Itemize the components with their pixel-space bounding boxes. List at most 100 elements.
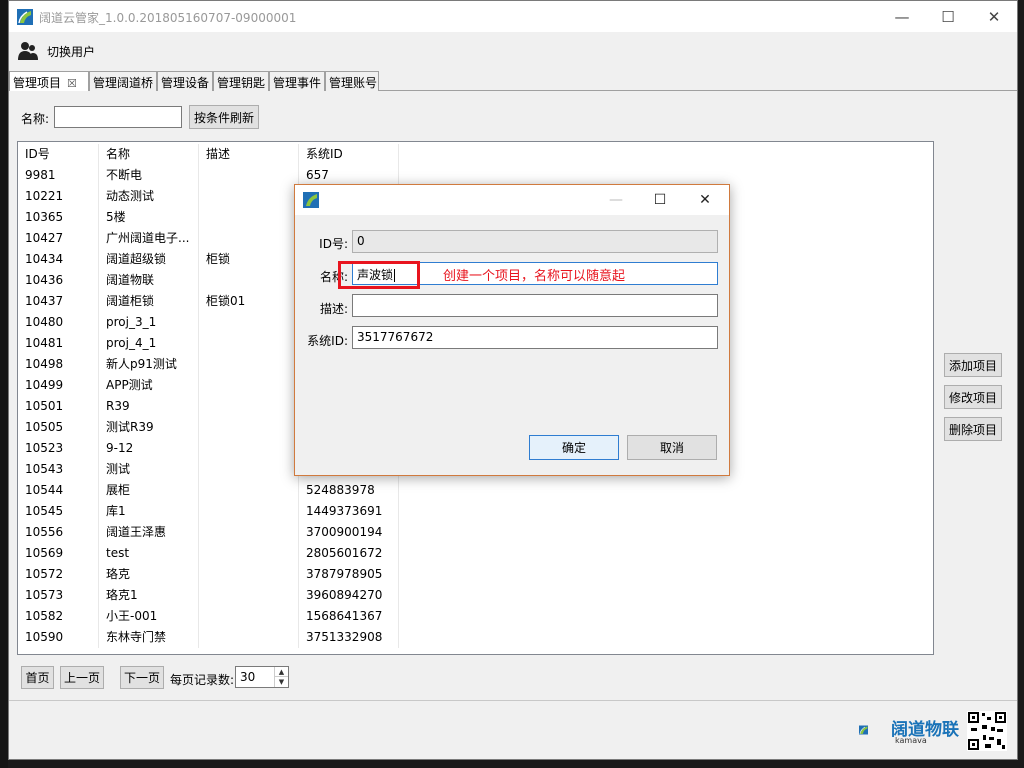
first-page-button[interactable]: 首页	[21, 666, 54, 689]
maximize-button[interactable]: ☐	[925, 1, 971, 32]
row-desc-cell	[199, 207, 299, 228]
dialog-app-icon	[303, 192, 319, 208]
row-sysid-cell: 1568641367	[299, 606, 399, 627]
table-row[interactable]: 10572 珞克 3787978905	[18, 564, 399, 585]
row-sysid-cell: 3787978905	[299, 564, 399, 585]
system-id-field[interactable]: 3517767672	[352, 326, 718, 349]
dialog-maximize-button[interactable]: ☐	[638, 185, 682, 215]
row-id-cell: 10499	[18, 375, 99, 396]
row-desc-cell	[199, 543, 299, 564]
row-id-cell: 10569	[18, 543, 99, 564]
row-name-cell: 阔道物联	[99, 270, 199, 291]
row-name-cell: 阔道超级锁	[99, 249, 199, 270]
tab-manage-devices[interactable]: 管理设备	[157, 71, 213, 91]
row-name-cell: 库1	[99, 501, 199, 522]
table-row[interactable]: 10582 小王-001 1568641367	[18, 606, 399, 627]
per-page-label: 每页记录数:	[170, 673, 235, 687]
row-id-cell: 10543	[18, 459, 99, 480]
switch-user-button[interactable]: 切换用户	[47, 43, 95, 60]
row-id-cell: 10427	[18, 228, 99, 249]
tab-manage-keys[interactable]: 管理钥匙	[213, 71, 269, 91]
row-name-cell: 展柜	[99, 480, 199, 501]
row-name-cell: 新人p91测试	[99, 354, 199, 375]
app-logo-icon	[17, 9, 33, 25]
add-project-button[interactable]: 添加项目	[944, 353, 1002, 377]
tab-manage-bridges[interactable]: 管理阔道桥	[89, 71, 157, 91]
row-name-cell: 广州阔道电子...	[99, 228, 199, 249]
row-desc-cell	[199, 396, 299, 417]
dialog-minimize-button[interactable]: —	[594, 185, 638, 215]
brand-logo-icon	[859, 725, 868, 735]
table-row[interactable]: 9981 不断电 657	[18, 165, 399, 186]
dialog-title-bar[interactable]: — ☐ ✕	[295, 185, 729, 215]
ok-button[interactable]: 确定	[529, 435, 619, 460]
prev-page-button[interactable]: 上一页	[60, 666, 104, 689]
table-row[interactable]: 10573 珞克1 3960894270	[18, 585, 399, 606]
row-id-cell: 10505	[18, 417, 99, 438]
row-name-cell: proj_3_1	[99, 312, 199, 333]
stepper-down-icon[interactable]: ▼	[274, 677, 288, 687]
row-desc-cell	[199, 585, 299, 606]
stepper-up-icon[interactable]: ▲	[274, 667, 288, 677]
row-name-cell: 9-12	[99, 438, 199, 459]
row-id-cell: 10590	[18, 627, 99, 648]
row-desc-cell	[199, 165, 299, 186]
table-row[interactable]: 10590 东林寺门禁 3751332908	[18, 627, 399, 648]
column-header-sysid[interactable]: 系统ID	[299, 144, 399, 165]
row-desc-cell	[199, 606, 299, 627]
row-sysid-cell: 2805601672	[299, 543, 399, 564]
row-name-cell: 东林寺门禁	[99, 627, 199, 648]
tab-manage-projects[interactable]: 管理项目 ☒	[9, 71, 89, 92]
table-row[interactable]: 10545 库1 1449373691	[18, 501, 399, 522]
next-page-button[interactable]: 下一页	[120, 666, 164, 689]
row-id-cell: 10501	[18, 396, 99, 417]
dialog-close-button[interactable]: ✕	[683, 185, 727, 215]
delete-project-button[interactable]: 删除项目	[944, 417, 1002, 441]
minimize-button[interactable]: —	[879, 1, 925, 32]
column-header-name[interactable]: 名称	[99, 144, 199, 165]
row-desc-cell	[199, 333, 299, 354]
table-row[interactable]: 10544 展柜 524883978	[18, 480, 399, 501]
row-name-cell: 测试	[99, 459, 199, 480]
brand-subtitle: kamava	[895, 736, 927, 745]
description-field[interactable]	[352, 294, 718, 317]
row-name-cell: 阔道王泽惠	[99, 522, 199, 543]
row-desc-cell	[199, 270, 299, 291]
row-id-cell: 9981	[18, 165, 99, 186]
cancel-button[interactable]: 取消	[627, 435, 717, 460]
row-desc-cell	[199, 627, 299, 648]
per-page-stepper[interactable]: 30 ▲ ▼	[235, 666, 289, 688]
row-id-cell: 10365	[18, 207, 99, 228]
column-header-desc[interactable]: 描述	[199, 144, 299, 165]
column-header-id[interactable]: ID号	[18, 144, 99, 165]
name-filter-input[interactable]	[54, 106, 182, 128]
edit-project-button[interactable]: 修改项目	[944, 385, 1002, 409]
users-icon[interactable]	[17, 40, 39, 62]
row-id-cell: 10498	[18, 354, 99, 375]
row-id-cell: 10437	[18, 291, 99, 312]
row-desc-cell	[199, 228, 299, 249]
row-name-cell: R39	[99, 396, 199, 417]
row-sysid-cell: 657	[299, 165, 399, 186]
row-name-cell: 小王-001	[99, 606, 199, 627]
row-name-cell: 测试R39	[99, 417, 199, 438]
row-id-cell: 10582	[18, 606, 99, 627]
tab-manage-events[interactable]: 管理事件	[269, 71, 325, 91]
row-id-cell: 10523	[18, 438, 99, 459]
row-desc-cell	[199, 480, 299, 501]
row-id-cell: 10436	[18, 270, 99, 291]
row-name-cell: 动态测试	[99, 186, 199, 207]
table-row[interactable]: 10569 test 2805601672	[18, 543, 399, 564]
row-desc-cell	[199, 186, 299, 207]
row-desc-cell: 柜锁01	[199, 291, 299, 312]
row-desc-cell	[199, 438, 299, 459]
desktop-background	[0, 0, 8, 768]
refresh-by-filter-button[interactable]: 按条件刷新	[189, 105, 259, 129]
tab-close-icon[interactable]: ☒	[67, 77, 77, 90]
title-bar[interactable]: 阔道云管家_1.0.0.201805160707-09000001 — ☐ ✕	[9, 1, 1017, 32]
row-desc-cell	[199, 354, 299, 375]
table-row[interactable]: 10556 阔道王泽惠 3700900194	[18, 522, 399, 543]
tab-manage-accounts[interactable]: 管理账号	[325, 71, 379, 91]
close-button[interactable]: ✕	[971, 1, 1017, 32]
row-desc-cell	[199, 522, 299, 543]
